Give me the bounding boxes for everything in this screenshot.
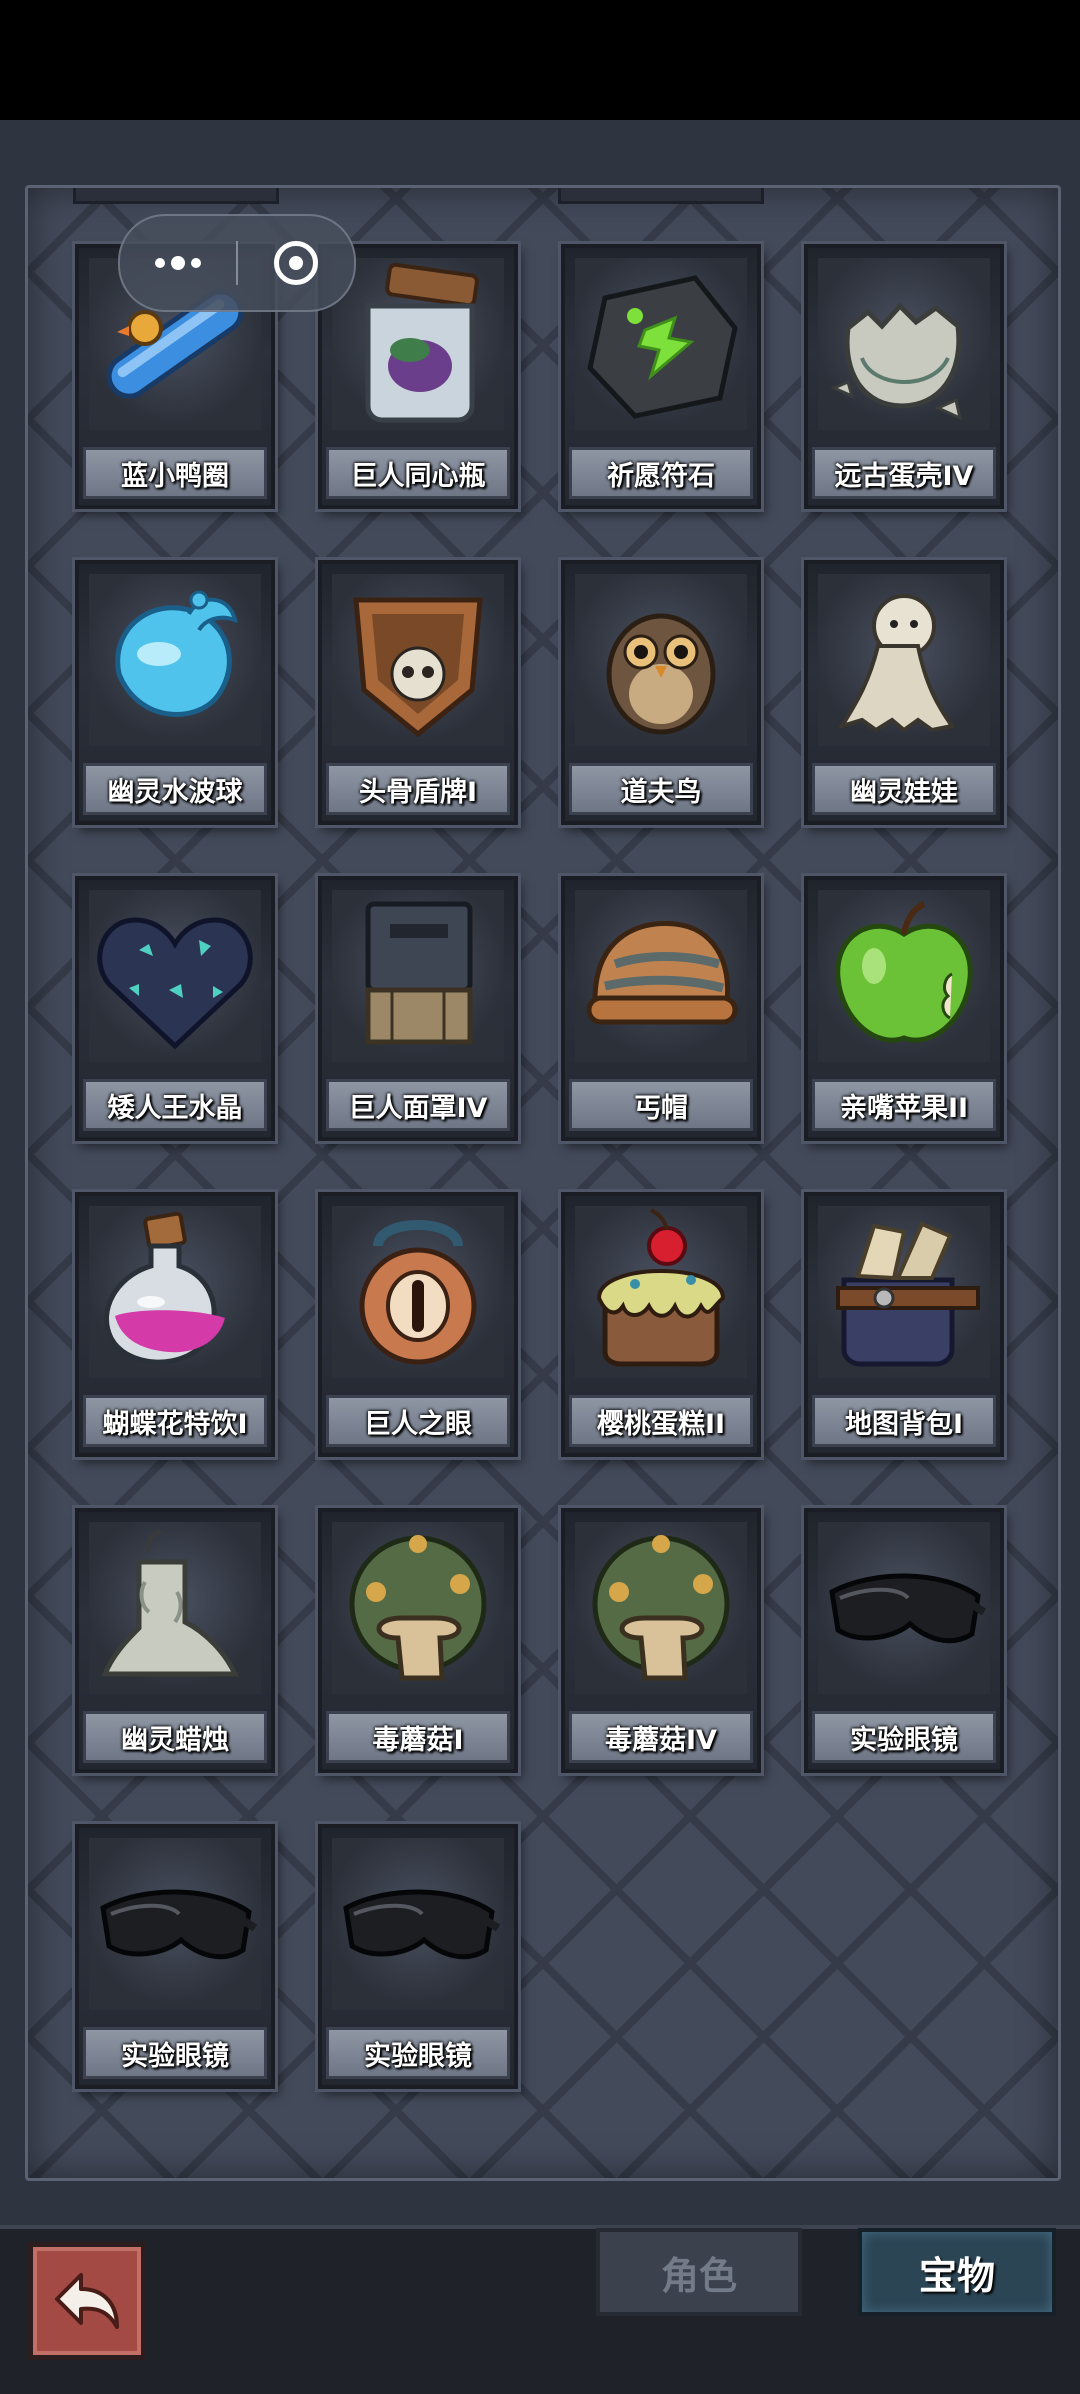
item-card[interactable]: 幽灵水波球 <box>75 560 275 825</box>
item-card[interactable]: 道夫鸟 <box>561 560 761 825</box>
goggles-icon <box>818 1522 990 1694</box>
goggles-icon <box>89 1838 261 2010</box>
map-bag-icon <box>818 1206 990 1378</box>
item-card[interactable]: 巨人之眼 <box>318 1192 518 1457</box>
poison-mushroom-icon <box>332 1522 504 1694</box>
owl-icon <box>575 574 747 746</box>
item-label: 头骨盾牌I <box>326 763 510 815</box>
item-label: 樱桃蛋糕II <box>569 1395 753 1447</box>
eye-amulet-icon <box>332 1206 504 1378</box>
item-label: 幽灵蜡烛 <box>83 1711 267 1763</box>
ghost-candle-icon <box>89 1522 261 1694</box>
item-label: 毒蘑菇I <box>326 1711 510 1763</box>
item-card[interactable]: 亲嘴苹果II <box>804 876 1004 1141</box>
goggles-icon <box>332 1838 504 2010</box>
item-label: 地图背包I <box>812 1395 996 1447</box>
item-label: 蓝小鸭圈 <box>83 447 267 499</box>
item-label: 幽灵娃娃 <box>812 763 996 815</box>
rune-stone-icon <box>575 258 747 430</box>
skull-shield-icon <box>332 574 504 746</box>
back-button[interactable] <box>28 2242 146 2360</box>
item-card[interactable]: 矮人王水晶 <box>75 876 275 1141</box>
previous-row-edge <box>558 188 764 204</box>
target-close-icon[interactable] <box>238 216 354 310</box>
poison-mushroom-icon <box>575 1522 747 1694</box>
item-label: 实验眼镜 <box>83 2027 267 2079</box>
item-card[interactable]: 毒蘑菇IV <box>561 1508 761 1773</box>
item-card[interactable]: 头骨盾牌I <box>318 560 518 825</box>
cherry-cake-icon <box>575 1206 747 1378</box>
more-dots-icon[interactable] <box>120 216 236 310</box>
item-label: 实验眼镜 <box>326 2027 510 2079</box>
item-label: 巨人同心瓶 <box>326 447 510 499</box>
item-card[interactable]: 实验眼镜 <box>804 1508 1004 1773</box>
beanie-hat-icon <box>575 890 747 1062</box>
item-label: 道夫鸟 <box>569 763 753 815</box>
item-label: 毒蘑菇IV <box>569 1711 753 1763</box>
item-label: 蝴蝶花特饮I <box>83 1395 267 1447</box>
jar-icon <box>332 258 504 430</box>
item-label: 丐帽 <box>569 1079 753 1131</box>
item-label: 远古蛋壳IV <box>812 447 996 499</box>
item-card[interactable]: 幽灵蜡烛 <box>75 1508 275 1773</box>
tab-role[interactable]: 角色 <box>596 2228 802 2316</box>
mini-program-capsule <box>118 214 356 312</box>
item-label: 巨人之眼 <box>326 1395 510 1447</box>
item-label: 矮人王水晶 <box>83 1079 267 1131</box>
item-card[interactable]: 巨人面罩IV <box>318 876 518 1141</box>
item-card[interactable]: 远古蛋壳IV <box>804 244 1004 509</box>
item-label: 巨人面罩IV <box>326 1079 510 1131</box>
item-label: 亲嘴苹果II <box>812 1079 996 1131</box>
ghost-doll-icon <box>818 574 990 746</box>
item-card[interactable]: 蝴蝶花特饮I <box>75 1192 275 1457</box>
eggshell-icon <box>818 258 990 430</box>
item-label: 祈愿符石 <box>569 447 753 499</box>
item-card[interactable]: 毒蘑菇I <box>318 1508 518 1773</box>
tab-treasure[interactable]: 宝物 <box>858 2228 1056 2316</box>
item-card[interactable]: 地图背包I <box>804 1192 1004 1457</box>
apple-icon <box>818 890 990 1062</box>
item-label: 幽灵水波球 <box>83 763 267 815</box>
item-card[interactable]: 樱桃蛋糕II <box>561 1192 761 1457</box>
mask-icon <box>332 890 504 1062</box>
item-card[interactable]: 实验眼镜 <box>318 1824 518 2089</box>
item-card[interactable]: 祈愿符石 <box>561 244 761 509</box>
item-card[interactable]: 幽灵娃娃 <box>804 560 1004 825</box>
water-orb-icon <box>89 574 261 746</box>
item-card[interactable]: 丐帽 <box>561 876 761 1141</box>
back-arrow-icon <box>55 2273 119 2329</box>
previous-row-edge <box>73 188 279 204</box>
status-bar <box>0 0 1080 120</box>
item-label: 实验眼镜 <box>812 1711 996 1763</box>
item-card[interactable]: 实验眼镜 <box>75 1824 275 2089</box>
crystal-heart-icon <box>89 890 261 1062</box>
potion-icon <box>89 1206 261 1378</box>
